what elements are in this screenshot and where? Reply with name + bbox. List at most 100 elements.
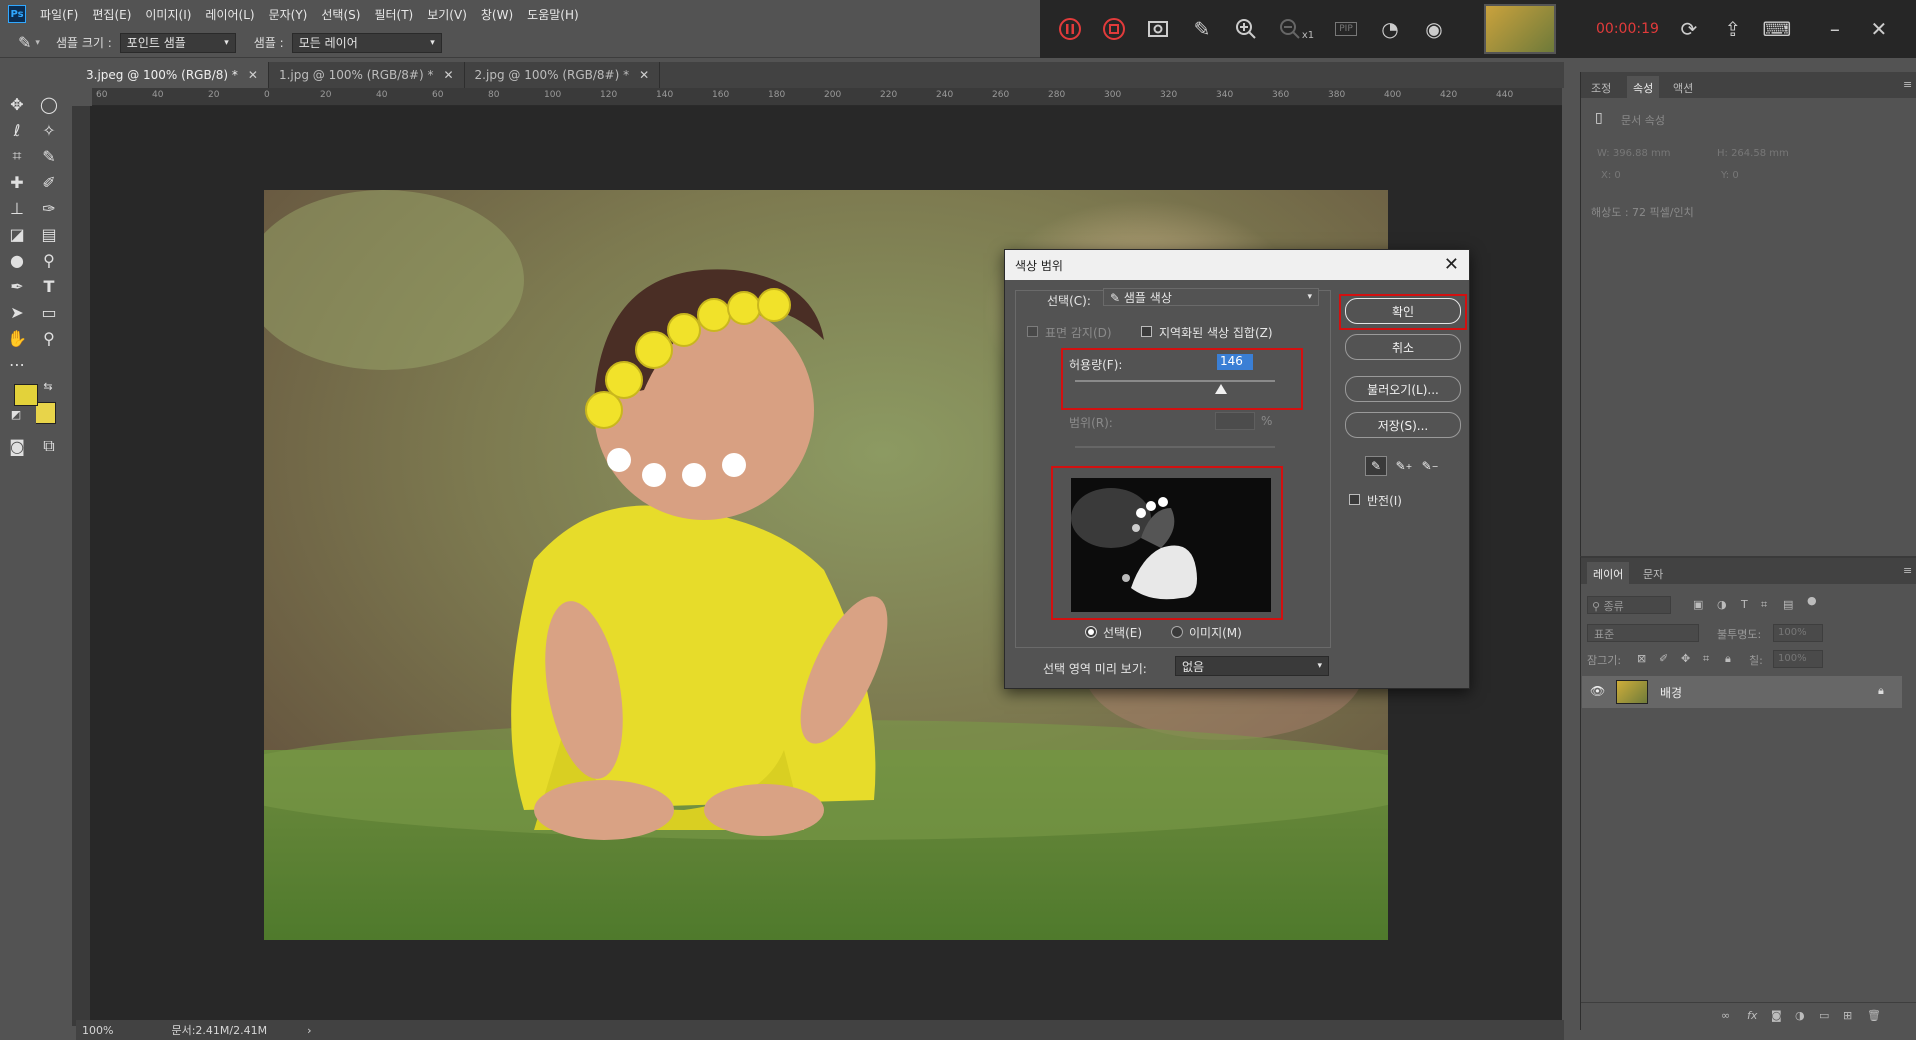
- brush-tool-icon[interactable]: ✐: [36, 170, 62, 194]
- menu-layer[interactable]: 레이어(L): [205, 6, 254, 23]
- chevron-right-icon[interactable]: ›: [307, 1024, 311, 1037]
- eye-icon[interactable]: ◉: [1420, 15, 1448, 43]
- menu-filter[interactable]: 필터(T): [374, 6, 413, 23]
- localized-clusters-checkbox[interactable]: [1141, 326, 1152, 337]
- eyedropper-tool-icon[interactable]: ✎: [18, 33, 31, 52]
- quick-mask-icon[interactable]: ◙: [4, 434, 30, 458]
- close-icon[interactable]: ✕: [443, 68, 453, 82]
- type-tool-icon[interactable]: T: [36, 274, 62, 298]
- more-tools-icon[interactable]: ⋯: [4, 352, 30, 376]
- panel-menu-icon[interactable]: ≡: [1903, 564, 1912, 577]
- menu-file[interactable]: 파일(F): [40, 6, 78, 23]
- screen-mode-icon[interactable]: ⧉: [36, 434, 62, 458]
- sample-size-select[interactable]: 포인트 샘플 ▾: [119, 32, 236, 53]
- smart-object-filter-icon[interactable]: ▤: [1783, 598, 1793, 611]
- detect-faces-checkbox[interactable]: [1027, 326, 1038, 337]
- adjustment-filter-icon[interactable]: ◑: [1717, 598, 1727, 611]
- range-input[interactable]: [1215, 412, 1255, 430]
- lock-transparent-icon[interactable]: ⊠: [1637, 652, 1646, 665]
- move-tool-icon[interactable]: ✥: [4, 92, 30, 116]
- close-icon[interactable]: ✕: [639, 68, 649, 82]
- screenshot-icon[interactable]: [1144, 15, 1172, 43]
- shape-filter-icon[interactable]: ⌗: [1761, 598, 1767, 612]
- path-select-icon[interactable]: ➤: [4, 300, 30, 324]
- webcam-thumbnail[interactable]: [1484, 4, 1556, 54]
- blur-tool-icon[interactable]: ●: [4, 248, 30, 272]
- eyedropper-icon[interactable]: ✎: [36, 144, 62, 168]
- marquee-tool-icon[interactable]: ◯: [36, 92, 62, 116]
- opacity-input[interactable]: 100%: [1773, 624, 1823, 642]
- tab-adjustments[interactable]: 조정: [1591, 80, 1611, 96]
- pause-icon[interactable]: [1056, 15, 1084, 43]
- fuzziness-slider-track[interactable]: [1075, 380, 1275, 382]
- history-brush-icon[interactable]: ✑: [36, 196, 62, 220]
- magic-wand-icon[interactable]: ✧: [36, 118, 62, 142]
- swap-colors-icon[interactable]: ⇆: [40, 378, 56, 394]
- gradient-tool-icon[interactable]: ▤: [36, 222, 62, 246]
- lasso-tool-icon[interactable]: ℓ: [4, 118, 30, 142]
- close-icon[interactable]: ✕: [1444, 254, 1459, 275]
- menu-help[interactable]: 도움말(H): [527, 6, 579, 23]
- close-icon[interactable]: ✕: [1865, 15, 1893, 43]
- adjustment-layer-icon[interactable]: ◑: [1795, 1009, 1805, 1022]
- rectangle-tool-icon[interactable]: ▭: [36, 300, 62, 324]
- blend-mode-select[interactable]: 표준: [1587, 624, 1699, 642]
- foreground-color-swatch[interactable]: [14, 384, 38, 406]
- lock-position-icon[interactable]: ✥: [1681, 652, 1690, 665]
- sample-select[interactable]: 모든 레이어 ▾: [291, 32, 442, 53]
- lock-all-icon[interactable]: 🔒︎: [1725, 652, 1731, 666]
- radio-selection[interactable]: [1085, 626, 1097, 638]
- fuzziness-slider-thumb[interactable]: [1215, 384, 1227, 394]
- pencil-icon[interactable]: ✎: [1188, 15, 1216, 43]
- keyboard-icon[interactable]: ⌨: [1762, 15, 1791, 43]
- tab-2jpg[interactable]: 2.jpg @ 100% (RGB/8#) * ✕: [465, 62, 661, 88]
- add-mask-icon[interactable]: ◙: [1771, 1009, 1782, 1022]
- layer-row-background[interactable]: 👁︎ 배경 🔒︎: [1582, 676, 1902, 708]
- menu-type[interactable]: 문자(Y): [269, 6, 308, 23]
- tab-properties[interactable]: 속성: [1627, 76, 1660, 100]
- select-dropdown[interactable]: ✎ 샘플 색상 ▾: [1103, 288, 1319, 306]
- healing-brush-icon[interactable]: ✚: [4, 170, 30, 194]
- menu-edit[interactable]: 편집(E): [92, 6, 131, 23]
- zoom-out-icon[interactable]: x1: [1276, 15, 1316, 43]
- type-filter-icon[interactable]: T: [1741, 598, 1748, 611]
- new-group-icon[interactable]: ▭: [1819, 1009, 1829, 1022]
- eyedropper-add-icon[interactable]: ✎ +: [1393, 456, 1415, 476]
- chevron-down-icon[interactable]: ▾: [35, 38, 40, 48]
- visibility-eye-icon[interactable]: 👁︎: [1590, 684, 1605, 698]
- tab-actions[interactable]: 액션: [1673, 80, 1693, 96]
- panel-menu-icon[interactable]: ≡: [1903, 78, 1912, 91]
- range-slider-track[interactable]: [1075, 446, 1275, 448]
- drop-icon[interactable]: ◔: [1376, 15, 1404, 43]
- trash-icon[interactable]: 🗑︎: [1867, 1009, 1881, 1022]
- refresh-icon[interactable]: ⟳: [1675, 15, 1703, 43]
- cancel-button[interactable]: 취소: [1345, 334, 1461, 360]
- fuzziness-input[interactable]: 146: [1217, 354, 1253, 370]
- new-layer-icon[interactable]: ⊞: [1843, 1009, 1852, 1022]
- menu-image[interactable]: 이미지(I): [145, 6, 191, 23]
- invert-checkbox[interactable]: [1349, 494, 1360, 505]
- eraser-tool-icon[interactable]: ◪: [4, 222, 30, 246]
- stop-icon[interactable]: [1100, 15, 1128, 43]
- hand-tool-icon[interactable]: ✋: [4, 326, 30, 350]
- ok-button[interactable]: 확인: [1345, 298, 1461, 324]
- zoom-level-status[interactable]: 100%: [82, 1024, 113, 1037]
- tab-3jpeg[interactable]: 3.jpeg @ 100% (RGB/8) * ✕: [76, 62, 269, 88]
- menu-window[interactable]: 창(W): [481, 6, 513, 23]
- load-button[interactable]: 불러오기(L)...: [1345, 376, 1461, 402]
- lock-pixels-icon[interactable]: ✐: [1659, 652, 1668, 665]
- tab-layers[interactable]: 레이어: [1587, 562, 1630, 586]
- pip-icon[interactable]: PIP: [1332, 15, 1360, 43]
- filter-toggle-icon[interactable]: ●: [1807, 594, 1817, 607]
- radio-image[interactable]: [1171, 626, 1183, 638]
- image-filter-icon[interactable]: ▣: [1693, 598, 1703, 611]
- tab-1jpg[interactable]: 1.jpg @ 100% (RGB/8#) * ✕: [269, 62, 465, 88]
- export-icon[interactable]: ⇪: [1719, 15, 1747, 43]
- zoom-tool-icon[interactable]: ⚲: [36, 326, 62, 350]
- zoom-in-icon[interactable]: [1232, 15, 1260, 43]
- menu-select[interactable]: 선택(S): [321, 6, 360, 23]
- layer-filter-select[interactable]: ⚲ 종류: [1587, 596, 1671, 614]
- close-icon[interactable]: ✕: [248, 68, 258, 82]
- menu-view[interactable]: 보기(V): [427, 6, 467, 23]
- tab-character[interactable]: 문자: [1643, 566, 1663, 582]
